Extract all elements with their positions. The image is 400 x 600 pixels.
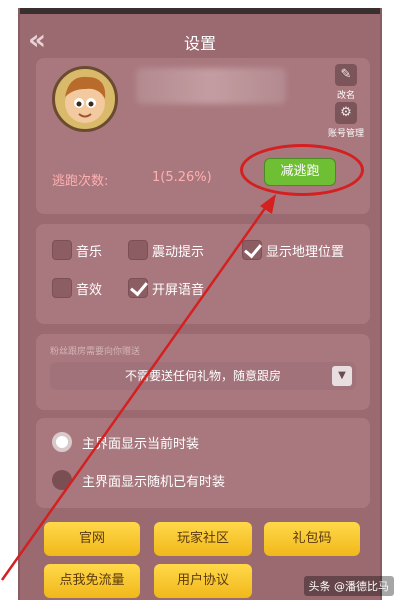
blurred-username [136, 68, 286, 104]
option-vibration[interactable]: 震动提示 [128, 240, 204, 260]
option-label: 震动提示 [152, 244, 205, 260]
status-bar [20, 8, 380, 14]
watermark: 头条 @潘德比马 [303, 576, 394, 596]
profile-panel: ✎ 改名 ⚙ 账号管理 逃跑次数: 1(5.26%) 减逃跑 [36, 58, 370, 214]
music-checkbox[interactable] [52, 240, 72, 260]
options-panel: 音乐 震动提示 显示地理位置 音效 开屏语音 [36, 224, 370, 324]
radio-random-outfit[interactable]: 主界面显示随机已有时装 [52, 470, 225, 490]
option-label: 显示地理位置 [266, 244, 345, 260]
escape-count-value: 1(5.26%) [152, 170, 212, 185]
gear-icon: ⚙ [335, 102, 357, 124]
annotation-ellipse [240, 144, 364, 196]
rename-label: 改名 [336, 91, 355, 101]
escape-count-label: 逃跑次数: [52, 174, 109, 189]
settings-screen: « 设置 ✎ 改名 ⚙ 账号管理 逃跑次数: 1(5.26%) 减逃跑 音乐 震… [18, 8, 382, 600]
pencil-icon: ✎ [335, 64, 357, 86]
radio-current-outfit[interactable]: 主界面显示当前时装 [52, 432, 199, 452]
community-button[interactable]: 玩家社区 [154, 522, 252, 556]
option-sound[interactable]: 音效 [52, 278, 102, 298]
user-agreement-button[interactable]: 用户协议 [154, 564, 252, 598]
room-gift-value: 不需要送任何礼物，随意跟房 [124, 369, 281, 383]
radio-label: 主界面显示当前时装 [82, 436, 200, 452]
account-button[interactable]: ⚙ 账号管理 [326, 102, 366, 139]
vibration-checkbox[interactable] [128, 240, 148, 260]
display-panel: 主界面显示当前时装 主界面显示随机已有时装 [36, 418, 370, 508]
option-label: 音乐 [76, 244, 103, 260]
account-label: 账号管理 [327, 129, 364, 139]
official-site-button[interactable]: 官网 [44, 522, 140, 556]
location-checkbox[interactable] [242, 240, 262, 260]
room-panel: 粉丝跟房需要向你赠送 不需要送任何礼物，随意跟房 ▼ [36, 334, 370, 410]
room-hint: 粉丝跟房需要向你赠送 [50, 347, 141, 357]
avatar-icon [65, 76, 106, 123]
splash-voice-checkbox[interactable] [128, 278, 148, 298]
gift-code-button[interactable]: 礼包码 [264, 522, 360, 556]
option-label: 开屏语音 [152, 282, 205, 298]
sound-checkbox[interactable] [52, 278, 72, 298]
radio-button[interactable] [52, 470, 72, 490]
page-title: 设置 [183, 34, 216, 53]
chevron-down-icon[interactable]: ▼ [332, 366, 352, 386]
radio-label: 主界面显示随机已有时装 [82, 474, 226, 490]
option-label: 音效 [76, 282, 103, 298]
radio-button[interactable] [52, 432, 72, 452]
option-splash-voice[interactable]: 开屏语音 [128, 278, 204, 298]
free-data-button[interactable]: 点我免流量 [44, 564, 140, 598]
option-music[interactable]: 音乐 [52, 240, 102, 260]
room-gift-select[interactable]: 不需要送任何礼物，随意跟房 ▼ [50, 362, 356, 390]
avatar [52, 66, 118, 132]
option-location[interactable]: 显示地理位置 [242, 240, 344, 260]
rename-button[interactable]: ✎ 改名 [326, 64, 366, 101]
